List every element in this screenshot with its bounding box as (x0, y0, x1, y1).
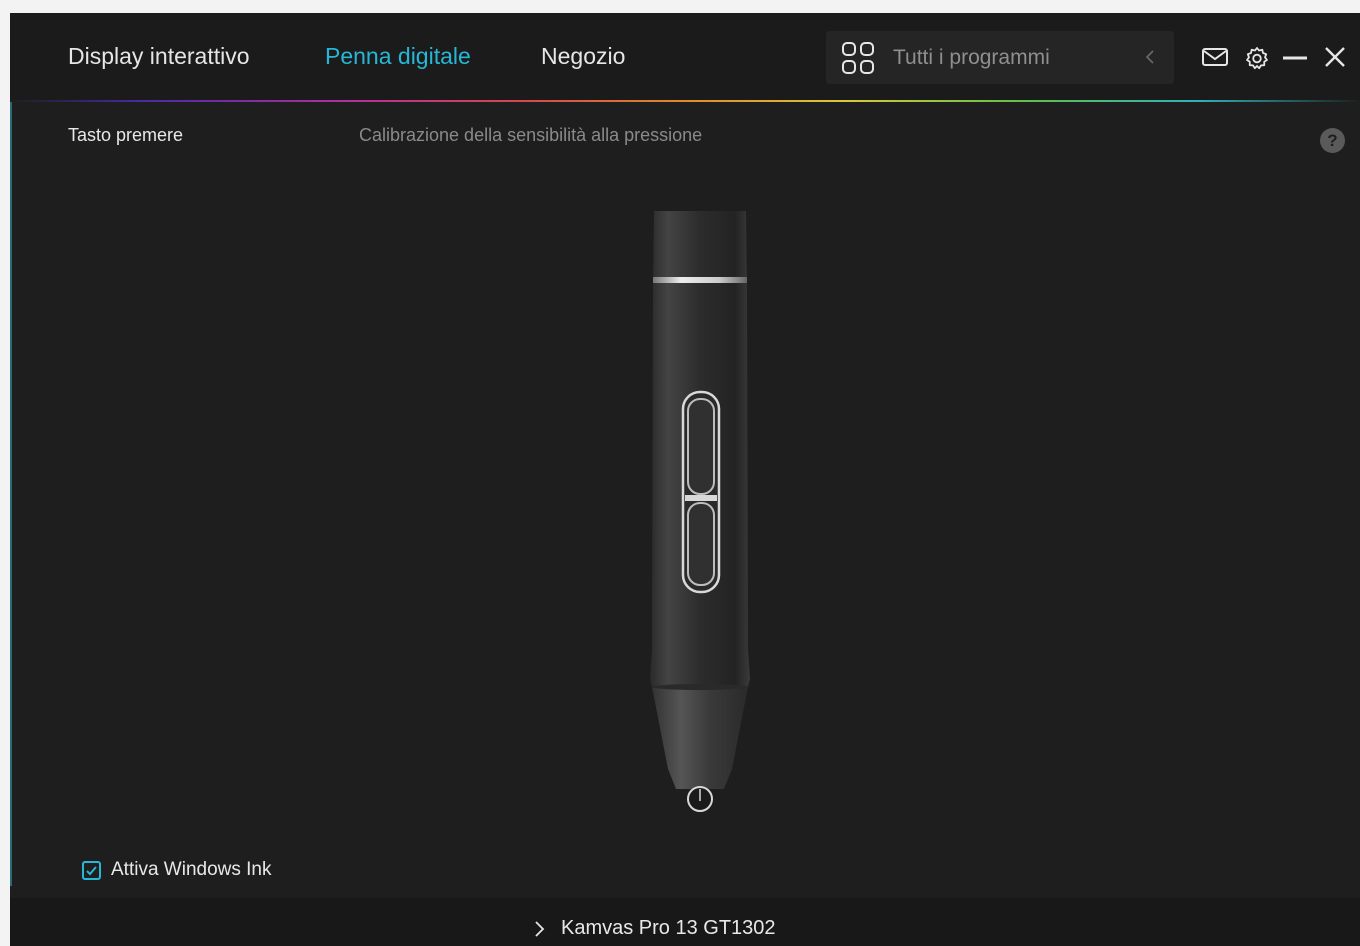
programs-selector-label: Tutti i programmi (893, 46, 1050, 69)
device-name: Kamvas Pro 13 GT1302 (561, 917, 776, 939)
header: Display interattivo Penna digitale Negoz… (10, 13, 1360, 101)
windows-ink-checkbox[interactable]: Attiva Windows Ink (82, 859, 272, 881)
tab-display-interattivo[interactable]: Display interattivo (68, 43, 250, 70)
chevron-right-icon (535, 920, 545, 937)
header-divider (10, 100, 1360, 102)
device-selector[interactable]: Kamvas Pro 13 GT1302 (533, 917, 776, 940)
footer-bar: Kamvas Pro 13 GT1302 (10, 898, 1360, 946)
pen-illustration (650, 211, 750, 812)
close-icon[interactable] (1324, 46, 1346, 68)
help-button[interactable]: ? (1320, 128, 1345, 153)
windows-ink-label: Attiva Windows Ink (111, 859, 272, 880)
checkbox-checked-icon[interactable] (82, 860, 101, 880)
tab-negozio[interactable]: Negozio (541, 43, 625, 70)
programs-selector[interactable]: Tutti i programmi (826, 31, 1174, 84)
tab-penna-digitale[interactable]: Penna digitale (325, 43, 471, 70)
gear-icon[interactable] (1245, 46, 1269, 70)
section-title: Tasto premere (68, 125, 184, 145)
chevron-left-icon[interactable] (1144, 46, 1156, 68)
mail-icon[interactable] (1202, 47, 1228, 67)
section-subtitle[interactable]: Calibrazione della sensibilità alla pres… (359, 125, 702, 146)
app-window: Display interattivo Penna digitale Negoz… (10, 13, 1360, 946)
minimize-icon[interactable] (1283, 56, 1307, 60)
grid-icon (842, 42, 874, 74)
